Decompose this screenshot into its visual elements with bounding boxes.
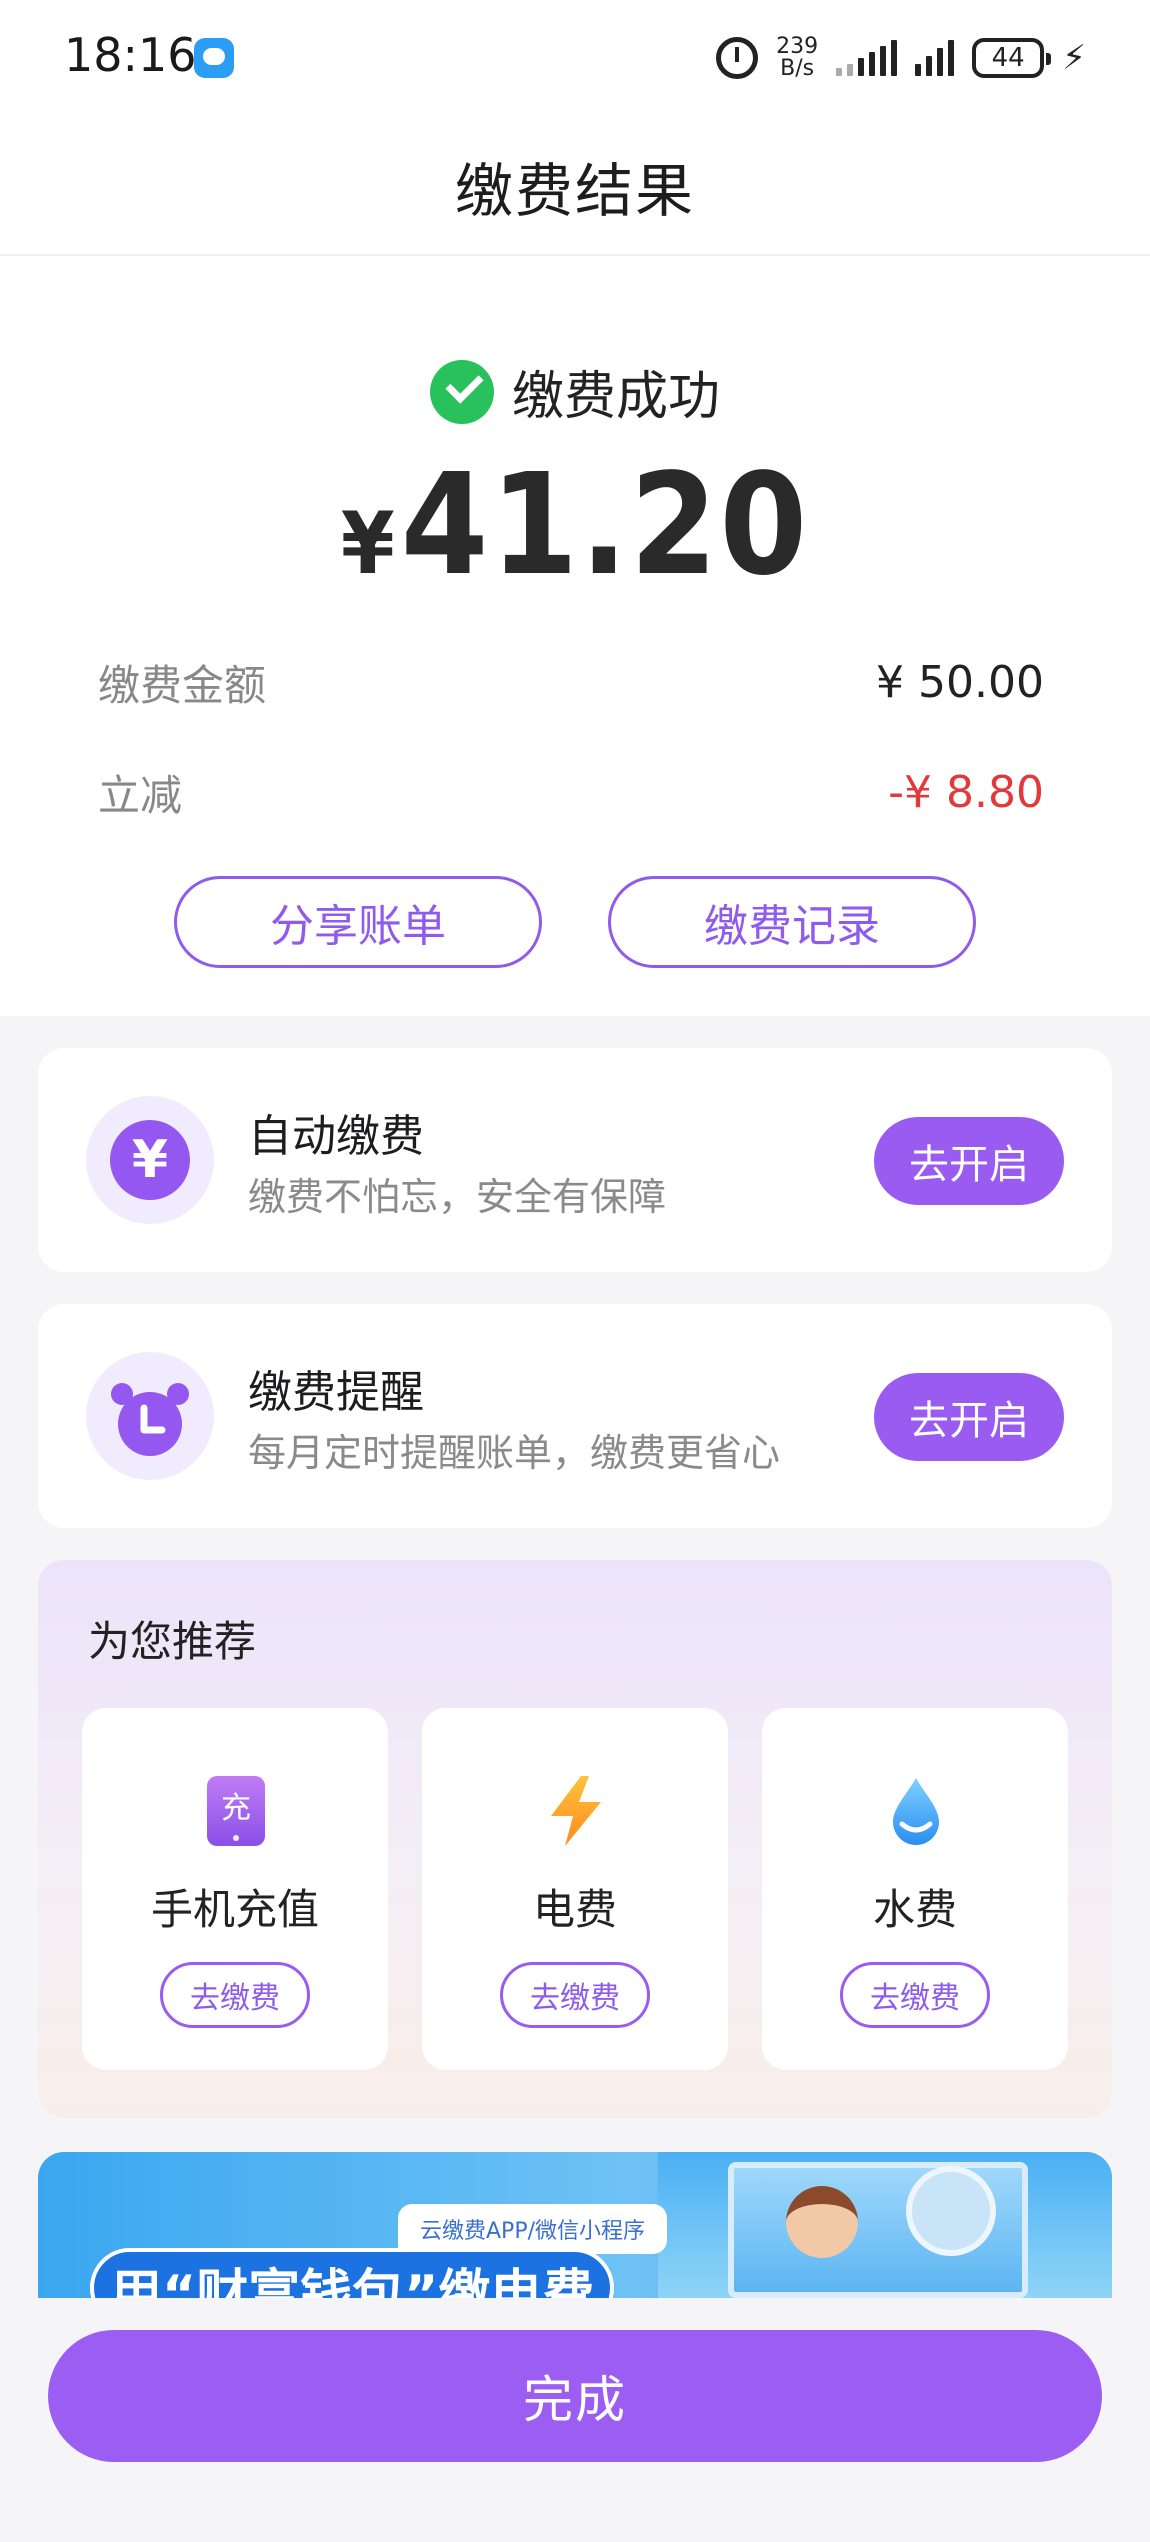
amount-value: 41.20 [400,444,810,607]
paid-amount: ¥41.20 [0,444,1150,607]
detail-label: 立减 [98,771,183,820]
payment-records-button[interactable]: 缴费记录 [608,876,976,968]
recommend-item-name: 手机充值 [150,1885,319,1934]
phone-recharge-icon-char: 充 [221,1791,251,1826]
recommend-item-name: 电费 [532,1885,617,1934]
page-title: 缴费结果 [454,157,695,225]
detail-label: 缴费金额 [98,661,267,710]
yen-coin-icon: ¥ [110,1120,190,1200]
recommend-title: 为您推荐 [88,1617,257,1666]
alarm-icon [716,37,759,79]
check-circle-icon [429,359,494,424]
auto-pay-card: ¥ 自动缴费 缴费不怕忘，安全有保障 去开启 [38,1048,1112,1272]
recommend-item-phone[interactable]: 充 手机充值 去缴费 [82,1708,388,2070]
enable-reminder-button[interactable]: 去开启 [874,1373,1064,1461]
pay-button[interactable]: 去缴费 [500,1962,650,2028]
chat-notification-icon [194,38,234,78]
page-header: 缴费结果 [0,118,1150,256]
success-status: 缴费成功 [0,354,1150,429]
signal-icon [836,40,898,76]
status-bar: 18:16 239 B/s 44 ⚡ [0,0,1150,118]
recommend-item-name: 水费 [872,1885,957,1934]
charging-icon: ⚡ [1062,38,1086,78]
banner-headline: 用“财富钱包”缴电费 [90,2248,615,2298]
recommend-item-water[interactable]: 水费 去缴费 [762,1708,1068,2070]
pay-button[interactable]: 去缴费 [160,1962,310,2028]
promo-banner[interactable]: 云缴费APP/微信小程序 用“财富钱包”缴电费 [38,2152,1112,2298]
detail-row-discount: 立减 -¥ 8.80 [98,762,1044,823]
recommend-item-electricity[interactable]: 电费 去缴费 [422,1708,728,2070]
done-button[interactable]: 完成 [48,2330,1102,2462]
card-subtitle: 每月定时提醒账单，缴费更省心 [248,1431,781,1475]
enable-auto-pay-button[interactable]: 去开启 [874,1117,1064,1205]
network-speed-value: 239 [776,34,819,59]
banner-fan-image [906,2166,996,2256]
detail-value: ¥ 50.00 [876,657,1044,708]
card-subtitle: 缴费不怕忘，安全有保障 [248,1175,667,1219]
success-text: 缴费成功 [511,367,720,427]
battery-icon: 44 [972,38,1052,78]
network-speed: 239 B/s [776,36,818,80]
reminder-icon-bg [86,1352,214,1480]
status-icons: 239 B/s 44 ⚡ [716,30,1086,86]
status-time: 18:16 [64,28,197,82]
banner-child-image [786,2186,858,2258]
alarm-clock-icon [111,1383,189,1456]
card-title: 自动缴费 [248,1111,424,1162]
pay-button[interactable]: 去缴费 [840,1962,990,2028]
payment-result-card: 缴费成功 ¥41.20 缴费金额 ¥ 50.00 立减 -¥ 8.80 分享账单… [0,256,1150,1016]
banner-tag: 云缴费APP/微信小程序 [398,2204,667,2254]
currency-symbol: ¥ [340,494,397,594]
card-title: 缴费提醒 [248,1367,424,1418]
result-actions: 分享账单 缴费记录 [0,876,1150,968]
share-bill-button[interactable]: 分享账单 [174,876,542,968]
battery-level: 44 [991,43,1025,73]
auto-pay-icon-bg: ¥ [86,1096,214,1224]
payment-reminder-card: 缴费提醒 每月定时提醒账单，缴费更省心 去开启 [38,1304,1112,1528]
phone-recharge-icon: 充 [207,1776,265,1846]
water-drop-icon [893,1778,939,1845]
recommend-section: 为您推荐 充 手机充值 去缴费 电费 去缴费 水费 去缴费 [38,1560,1112,2118]
detail-row-amount: 缴费金额 ¥ 50.00 [98,652,1044,713]
signal-icon [915,40,955,76]
network-speed-unit: B/s [780,56,815,81]
lightning-icon [551,1776,601,1846]
discount-value: -¥ 8.80 [888,767,1044,818]
